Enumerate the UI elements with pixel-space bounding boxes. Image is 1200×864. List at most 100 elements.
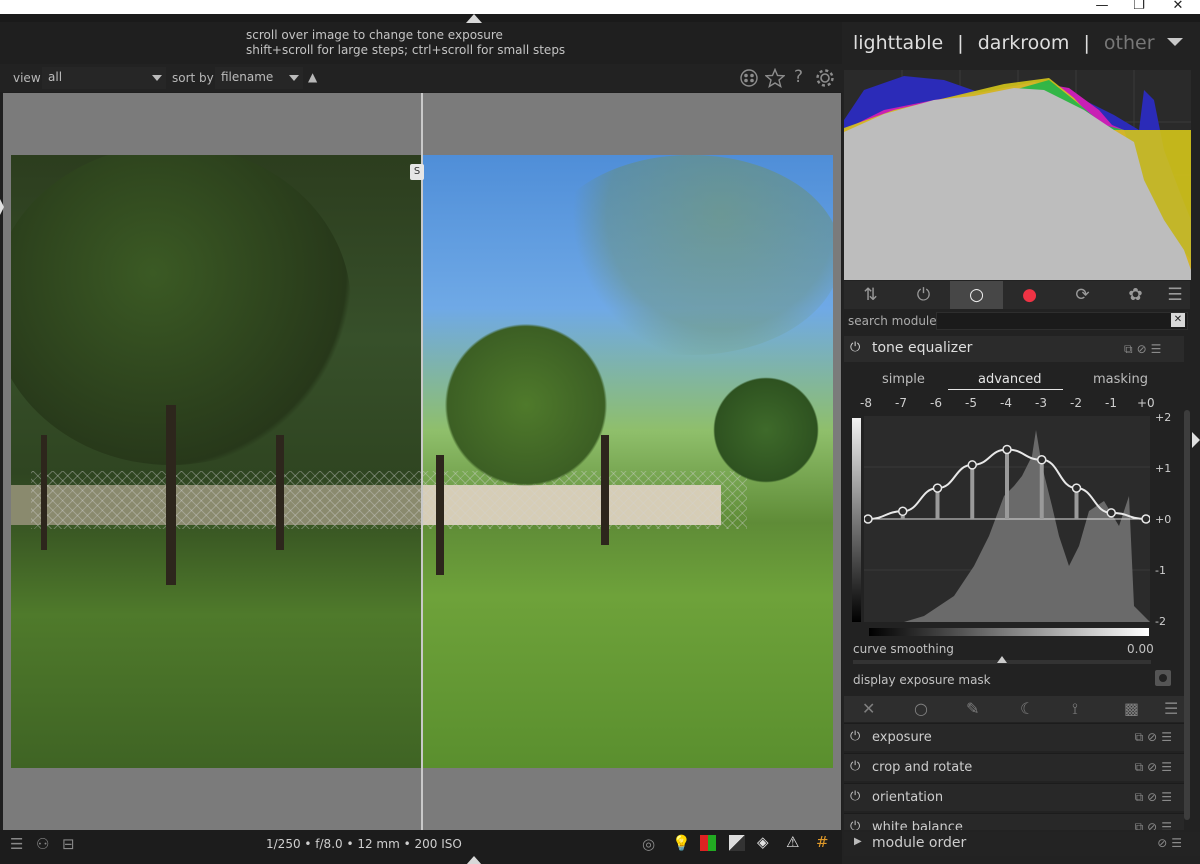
iso12646-bulb-icon[interactable]: 💡: [672, 834, 691, 852]
slider-handle-icon[interactable]: [997, 656, 1007, 663]
power-icon[interactable]: ⏻: [850, 789, 860, 804]
curve-smoothing-value: 0.00: [1127, 642, 1154, 656]
clear-search-icon[interactable]: ✕: [1171, 313, 1185, 327]
tab-effects[interactable]: ✿: [1109, 281, 1162, 309]
views-dropdown-icon[interactable]: [1167, 38, 1183, 46]
tone-node[interactable]: [863, 514, 873, 524]
display-icon[interactable]: ⊟: [62, 835, 75, 853]
x-tick: +0: [1137, 396, 1155, 410]
power-icon[interactable]: ⏻: [850, 819, 860, 830]
raster-mask-icon[interactable]: ▩: [1124, 696, 1139, 722]
tab-simple[interactable]: simple: [882, 372, 925, 387]
expand-left-panel-icon[interactable]: [0, 199, 4, 215]
restore-icon[interactable]: ❐: [1129, 0, 1149, 13]
module-header-icons[interactable]: ⊘☰: [1157, 836, 1186, 850]
parametric-mask-icon[interactable]: ☾: [1020, 696, 1034, 722]
module-name: exposure: [872, 730, 932, 745]
split-view-divider[interactable]: [421, 93, 423, 830]
view-select-value: all: [48, 70, 63, 84]
module-order-label: module order: [872, 835, 967, 851]
module-row-exposure[interactable]: ⏻ exposure ⧉⊘☰: [844, 723, 1184, 751]
tab-base[interactable]: ○: [950, 281, 1003, 309]
expand-top-arrow-icon[interactable]: [466, 14, 482, 23]
power-icon[interactable]: ⏻: [850, 759, 860, 774]
module-name: orientation: [872, 790, 944, 805]
top-panel-collapse[interactable]: [0, 14, 1200, 22]
clipping-warning-icon[interactable]: ⚠: [786, 833, 799, 851]
tone-node[interactable]: [1071, 483, 1082, 493]
minimize-icon[interactable]: —: [1092, 0, 1112, 13]
view-lighttable[interactable]: lighttable: [853, 32, 943, 54]
drawn-parametric-mask-icon[interactable]: ⟟: [1072, 696, 1078, 722]
module-name: white balance: [872, 820, 963, 830]
tone-node[interactable]: [898, 506, 908, 517]
guides-icon[interactable]: #: [816, 833, 829, 851]
tone-node[interactable]: [967, 460, 977, 470]
help-icon[interactable]: ?: [794, 69, 803, 86]
tone-node[interactable]: [1002, 444, 1012, 455]
tab-active-modules[interactable]: ⏻: [897, 281, 950, 309]
power-icon[interactable]: ⏻: [850, 729, 860, 744]
tab-presets-menu[interactable]: ☰: [1160, 281, 1190, 309]
tab-quick-access[interactable]: ⇅: [844, 281, 897, 309]
tone-node[interactable]: [1037, 455, 1047, 465]
chevron-down-icon: [289, 75, 299, 81]
x-tick: -6: [930, 396, 942, 410]
sort-select-value: filename: [221, 70, 274, 84]
view-select[interactable]: all: [42, 67, 166, 89]
histogram[interactable]: [844, 70, 1191, 280]
right-panel-scrollbar[interactable]: [1184, 410, 1190, 820]
softproof-icon[interactable]: [700, 835, 716, 851]
no-mask-icon[interactable]: ✕: [862, 696, 875, 722]
gear-icon[interactable]: [815, 68, 835, 88]
hint-text: scroll over image to change tone exposur…: [246, 28, 565, 58]
module-groups-icon[interactable]: [740, 69, 758, 87]
close-icon[interactable]: ✕: [1168, 0, 1188, 13]
sort-direction-toggle[interactable]: ▲: [308, 70, 317, 84]
module-header-icons[interactable]: ⧉⊘☰: [1135, 760, 1176, 775]
split-view-handle[interactable]: S: [410, 164, 424, 180]
drawn-mask-icon[interactable]: ✎: [966, 696, 979, 722]
blend-menu-icon[interactable]: ☰: [1164, 696, 1178, 722]
styles-icon[interactable]: ⚇: [36, 835, 49, 853]
tab-advanced[interactable]: advanced: [978, 372, 1042, 387]
module-header-icons[interactable]: ⧉⊘☰: [1135, 820, 1176, 830]
expand-bottom-arrow-icon[interactable]: [466, 856, 482, 864]
chevron-right-icon: ▶: [854, 836, 862, 847]
tab-correct[interactable]: ⟳: [1056, 281, 1109, 309]
tone-node[interactable]: [932, 483, 943, 493]
tab-color[interactable]: ●: [1003, 281, 1056, 309]
tone-node[interactable]: [1106, 508, 1116, 518]
focus-peaking-icon[interactable]: ◎: [642, 835, 655, 853]
uniform-mask-icon[interactable]: ○: [914, 696, 928, 722]
module-order-row[interactable]: ▶ module order ⊘☰: [844, 832, 1200, 856]
tab-masking[interactable]: masking: [1093, 372, 1148, 387]
expand-right-panel-icon[interactable]: [1192, 432, 1200, 448]
y-tick: -2: [1155, 615, 1166, 628]
view-darkroom[interactable]: darkroom: [978, 32, 1070, 54]
tone-node[interactable]: [1141, 514, 1151, 524]
photo-tree-trunk: [276, 435, 284, 550]
view-other[interactable]: other: [1104, 32, 1155, 54]
power-icon[interactable]: ⏻: [850, 340, 860, 355]
x-tick: -2: [1070, 396, 1082, 410]
module-header-icons[interactable]: ⧉⊘☰: [1124, 342, 1165, 357]
view-separator: |: [957, 32, 964, 54]
module-header-icons[interactable]: ⧉⊘☰: [1135, 730, 1176, 745]
x-tick: -4: [1000, 396, 1012, 410]
gamut-check-icon[interactable]: [729, 835, 745, 851]
display-mask-toggle[interactable]: [1155, 670, 1171, 686]
star-icon[interactable]: [765, 68, 785, 88]
menu-icon[interactable]: ☰: [10, 835, 23, 853]
module-row-crop-and-rotate[interactable]: ⏻ crop and rotate ⧉⊘☰: [844, 753, 1184, 781]
module-header-icons[interactable]: ⧉⊘☰: [1135, 790, 1176, 805]
sort-select[interactable]: filename: [215, 67, 303, 89]
module-row-orientation[interactable]: ⏻ orientation ⧉⊘☰: [844, 783, 1184, 811]
raw-overexposed-icon[interactable]: ◈: [757, 833, 769, 851]
photo-tree-canopy: [541, 155, 833, 355]
tone-equalizer-title: tone equalizer: [872, 340, 973, 356]
search-module-input[interactable]: [936, 312, 1188, 330]
module-row-white-balance[interactable]: ⏻ white balance ⧉⊘☰: [844, 813, 1184, 830]
exposure-gradient-vertical: [852, 418, 861, 622]
tone-equalizer-graph[interactable]: [863, 416, 1151, 622]
